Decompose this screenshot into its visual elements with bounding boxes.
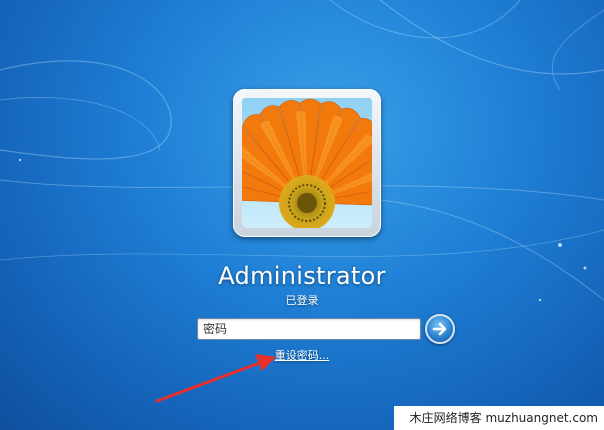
- password-input[interactable]: [197, 318, 421, 340]
- arrow-right-icon: [432, 322, 447, 336]
- flower-icon: [242, 98, 372, 228]
- login-submit-button[interactable]: [425, 314, 455, 344]
- user-name: Administrator: [218, 262, 386, 290]
- user-avatar: [242, 98, 372, 228]
- reset-password-link[interactable]: 重设密码...: [0, 347, 604, 363]
- watermark: 木庄网络博客 muzhuangnet.com: [394, 406, 604, 430]
- user-avatar-frame: [233, 89, 381, 237]
- user-status: 已登录: [285, 294, 319, 307]
